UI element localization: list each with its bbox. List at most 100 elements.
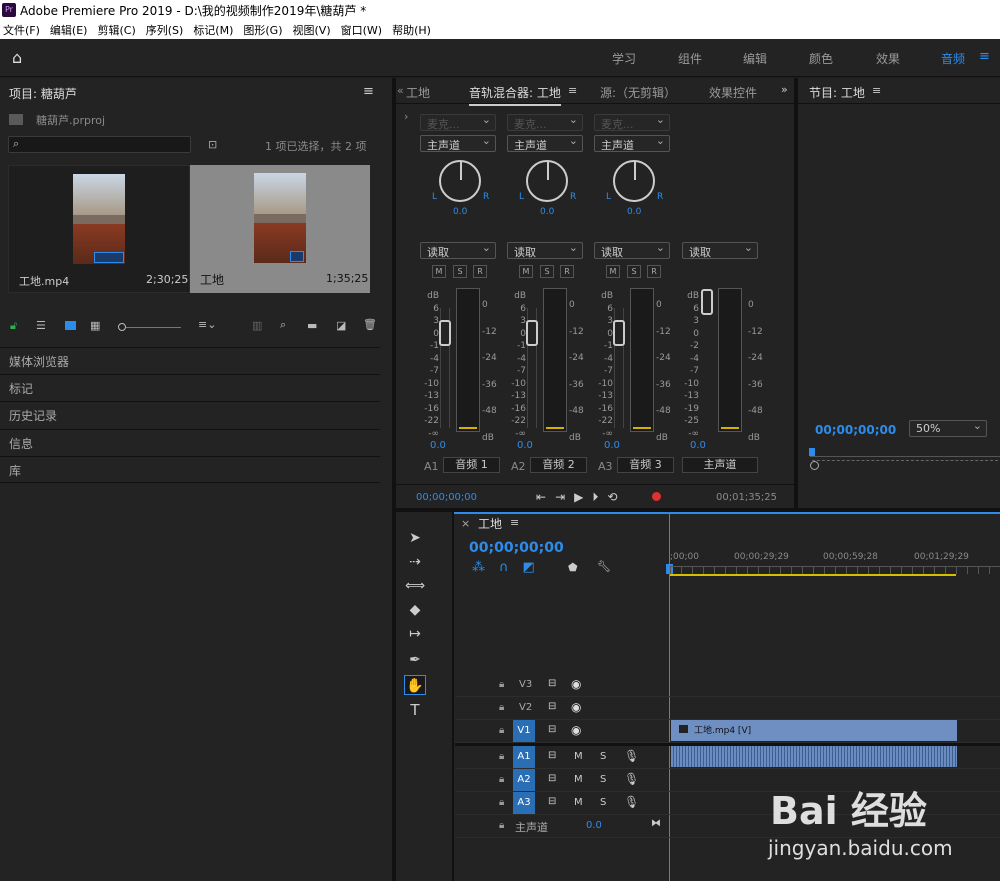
tab-source[interactable]: 源:（无剪辑） xyxy=(600,84,676,101)
solo-button[interactable]: S xyxy=(627,265,641,278)
menu-graphics[interactable]: 图形(G) xyxy=(243,22,282,38)
go-to-out-icon[interactable]: ⇥ xyxy=(555,490,574,504)
output-select[interactable]: 主声道 xyxy=(507,134,583,152)
pan-value[interactable]: 0.0 xyxy=(540,207,554,217)
home-icon[interactable]: ⌂ xyxy=(12,48,22,67)
volume-value[interactable]: 0.0 xyxy=(690,440,706,451)
sync-lock-icon[interactable]: ⊟ xyxy=(548,724,556,735)
fader-handle[interactable] xyxy=(701,289,713,315)
tab-track-mixer[interactable]: 音轨混合器: 工地 xyxy=(469,84,561,106)
channel-name[interactable]: 音频 3 xyxy=(617,457,674,473)
add-marker-icon[interactable]: ⬟ xyxy=(568,561,578,574)
panel-markers[interactable]: 标记 xyxy=(0,374,380,401)
nest-icon[interactable]: ⁂ xyxy=(472,560,499,575)
track-select-tool-icon[interactable]: ⇢ xyxy=(404,552,426,572)
pan-knob[interactable] xyxy=(439,160,481,202)
timeline-close-icon[interactable]: × xyxy=(461,517,470,530)
sync-lock-icon[interactable]: ⊟ xyxy=(548,701,556,712)
loop-icon[interactable]: ⟲ xyxy=(607,490,626,504)
sync-lock-icon[interactable]: ⊟ xyxy=(548,796,556,807)
input-select[interactable]: 麦克... xyxy=(420,113,496,131)
panel-libraries[interactable]: 库 xyxy=(0,456,380,483)
panel-media-browser[interactable]: 媒体浏览器 xyxy=(0,347,380,374)
track-label[interactable]: A3 xyxy=(513,792,535,814)
solo-track-button[interactable]: S xyxy=(600,774,606,785)
track-label[interactable]: V2 xyxy=(519,702,532,713)
mixer-expand-icon[interactable]: › xyxy=(404,110,408,123)
icon-view-icon[interactable] xyxy=(65,321,76,330)
work-area-bar[interactable] xyxy=(670,574,956,576)
sequence-item[interactable]: 工地 1;35;25 xyxy=(190,165,370,293)
program-scrub-handle[interactable] xyxy=(810,461,819,470)
timeline-menu-icon[interactable]: ≡ xyxy=(510,516,519,529)
automation-mode-select[interactable]: 读取 xyxy=(420,241,496,259)
razor-tool-icon[interactable]: ◆ xyxy=(404,600,426,620)
channel-name[interactable]: 音频 2 xyxy=(530,457,587,473)
automation-mode-select[interactable]: 读取 xyxy=(507,241,583,259)
track-label[interactable]: A2 xyxy=(513,769,535,791)
input-select[interactable]: 麦克... xyxy=(594,113,670,131)
lock-icon[interactable]: 🔒︎ xyxy=(499,774,504,785)
microphone-icon[interactable]: 🎙︎ xyxy=(624,749,639,763)
mute-button[interactable]: M xyxy=(519,265,533,278)
list-view-icon[interactable]: ☰ xyxy=(36,319,46,332)
automate-icon[interactable]: ▥ xyxy=(252,319,262,332)
fader-handle[interactable] xyxy=(439,320,451,346)
sync-lock-icon[interactable]: ⊟ xyxy=(548,678,556,689)
eye-icon[interactable]: ◉ xyxy=(571,723,581,737)
menu-clip[interactable]: 剪辑(C) xyxy=(97,22,135,38)
linked-selection-icon[interactable]: ◩ xyxy=(523,560,549,575)
new-item-icon[interactable]: ◪ xyxy=(336,319,346,332)
track-label[interactable]: V1 xyxy=(513,720,535,742)
lock-icon[interactable]: 🔒︎ xyxy=(499,679,504,690)
workspace-editing[interactable]: 编辑 xyxy=(743,50,767,67)
find-icon[interactable]: ⌕ xyxy=(280,318,286,332)
pan-knob[interactable] xyxy=(613,160,655,202)
program-playhead[interactable] xyxy=(809,448,815,456)
output-select[interactable]: 主声道 xyxy=(594,134,670,152)
tab-overflow-icon[interactable]: » xyxy=(781,83,788,96)
program-menu-icon[interactable]: ≡ xyxy=(872,84,881,97)
selection-tool-icon[interactable]: ➤ xyxy=(404,528,426,548)
mute-button[interactable]: M xyxy=(606,265,620,278)
time-ruler[interactable] xyxy=(670,566,1000,574)
collapse-icon[interactable]: ⧓ xyxy=(651,818,661,829)
output-select[interactable]: 主声道 xyxy=(420,134,496,152)
eye-icon[interactable]: ◉ xyxy=(571,700,581,714)
lock-icon[interactable]: 🔒︎ xyxy=(499,797,504,808)
channel-name[interactable]: 主声道 xyxy=(682,457,758,473)
solo-track-button[interactable]: S xyxy=(600,797,606,808)
clip-item[interactable]: 工地.mp4 2;30;25 xyxy=(8,165,190,293)
workspace-effects[interactable]: 效果 xyxy=(876,50,900,67)
lock-icon[interactable]: 🔒︎ xyxy=(499,725,504,736)
record-icon[interactable] xyxy=(652,492,661,501)
sort-icon[interactable]: ≡⌄ xyxy=(198,318,216,331)
eye-icon[interactable]: ◉ xyxy=(571,677,581,691)
pan-knob[interactable] xyxy=(526,160,568,202)
program-timebar[interactable] xyxy=(810,456,1000,457)
channel-name[interactable]: 音频 1 xyxy=(443,457,500,473)
tab-scroll-left-icon[interactable]: « xyxy=(397,84,404,97)
lock-icon[interactable]: 🔒︎ xyxy=(499,820,504,831)
menu-view[interactable]: 视图(V) xyxy=(293,22,331,38)
master-volume-value[interactable]: 0.0 xyxy=(586,820,602,831)
track-label[interactable]: V3 xyxy=(519,679,532,690)
zoom-slider-handle[interactable] xyxy=(118,323,126,331)
volume-value[interactable]: 0.0 xyxy=(430,440,446,451)
mixer-timecode-start[interactable]: 00;00;00;00 xyxy=(416,492,477,503)
tab-sequence[interactable]: 工地 xyxy=(406,84,430,101)
volume-value[interactable]: 0.0 xyxy=(517,440,533,451)
solo-button[interactable]: S xyxy=(540,265,554,278)
sync-lock-icon[interactable]: ⊟ xyxy=(548,773,556,784)
sync-lock-icon[interactable]: ⊟ xyxy=(548,750,556,761)
audio-clip[interactable] xyxy=(671,746,957,767)
play-icon[interactable]: ▶ xyxy=(574,490,592,504)
volume-value[interactable]: 0.0 xyxy=(604,440,620,451)
tab-menu-icon[interactable]: ≡ xyxy=(568,84,577,97)
hand-tool-icon[interactable]: ✋ xyxy=(404,675,426,695)
fader-handle[interactable] xyxy=(613,320,625,346)
lock-icon[interactable]: 🔒︎ xyxy=(499,702,504,713)
fader-handle[interactable] xyxy=(526,320,538,346)
pan-value[interactable]: 0.0 xyxy=(627,207,641,217)
workspace-color[interactable]: 颜色 xyxy=(809,50,833,67)
